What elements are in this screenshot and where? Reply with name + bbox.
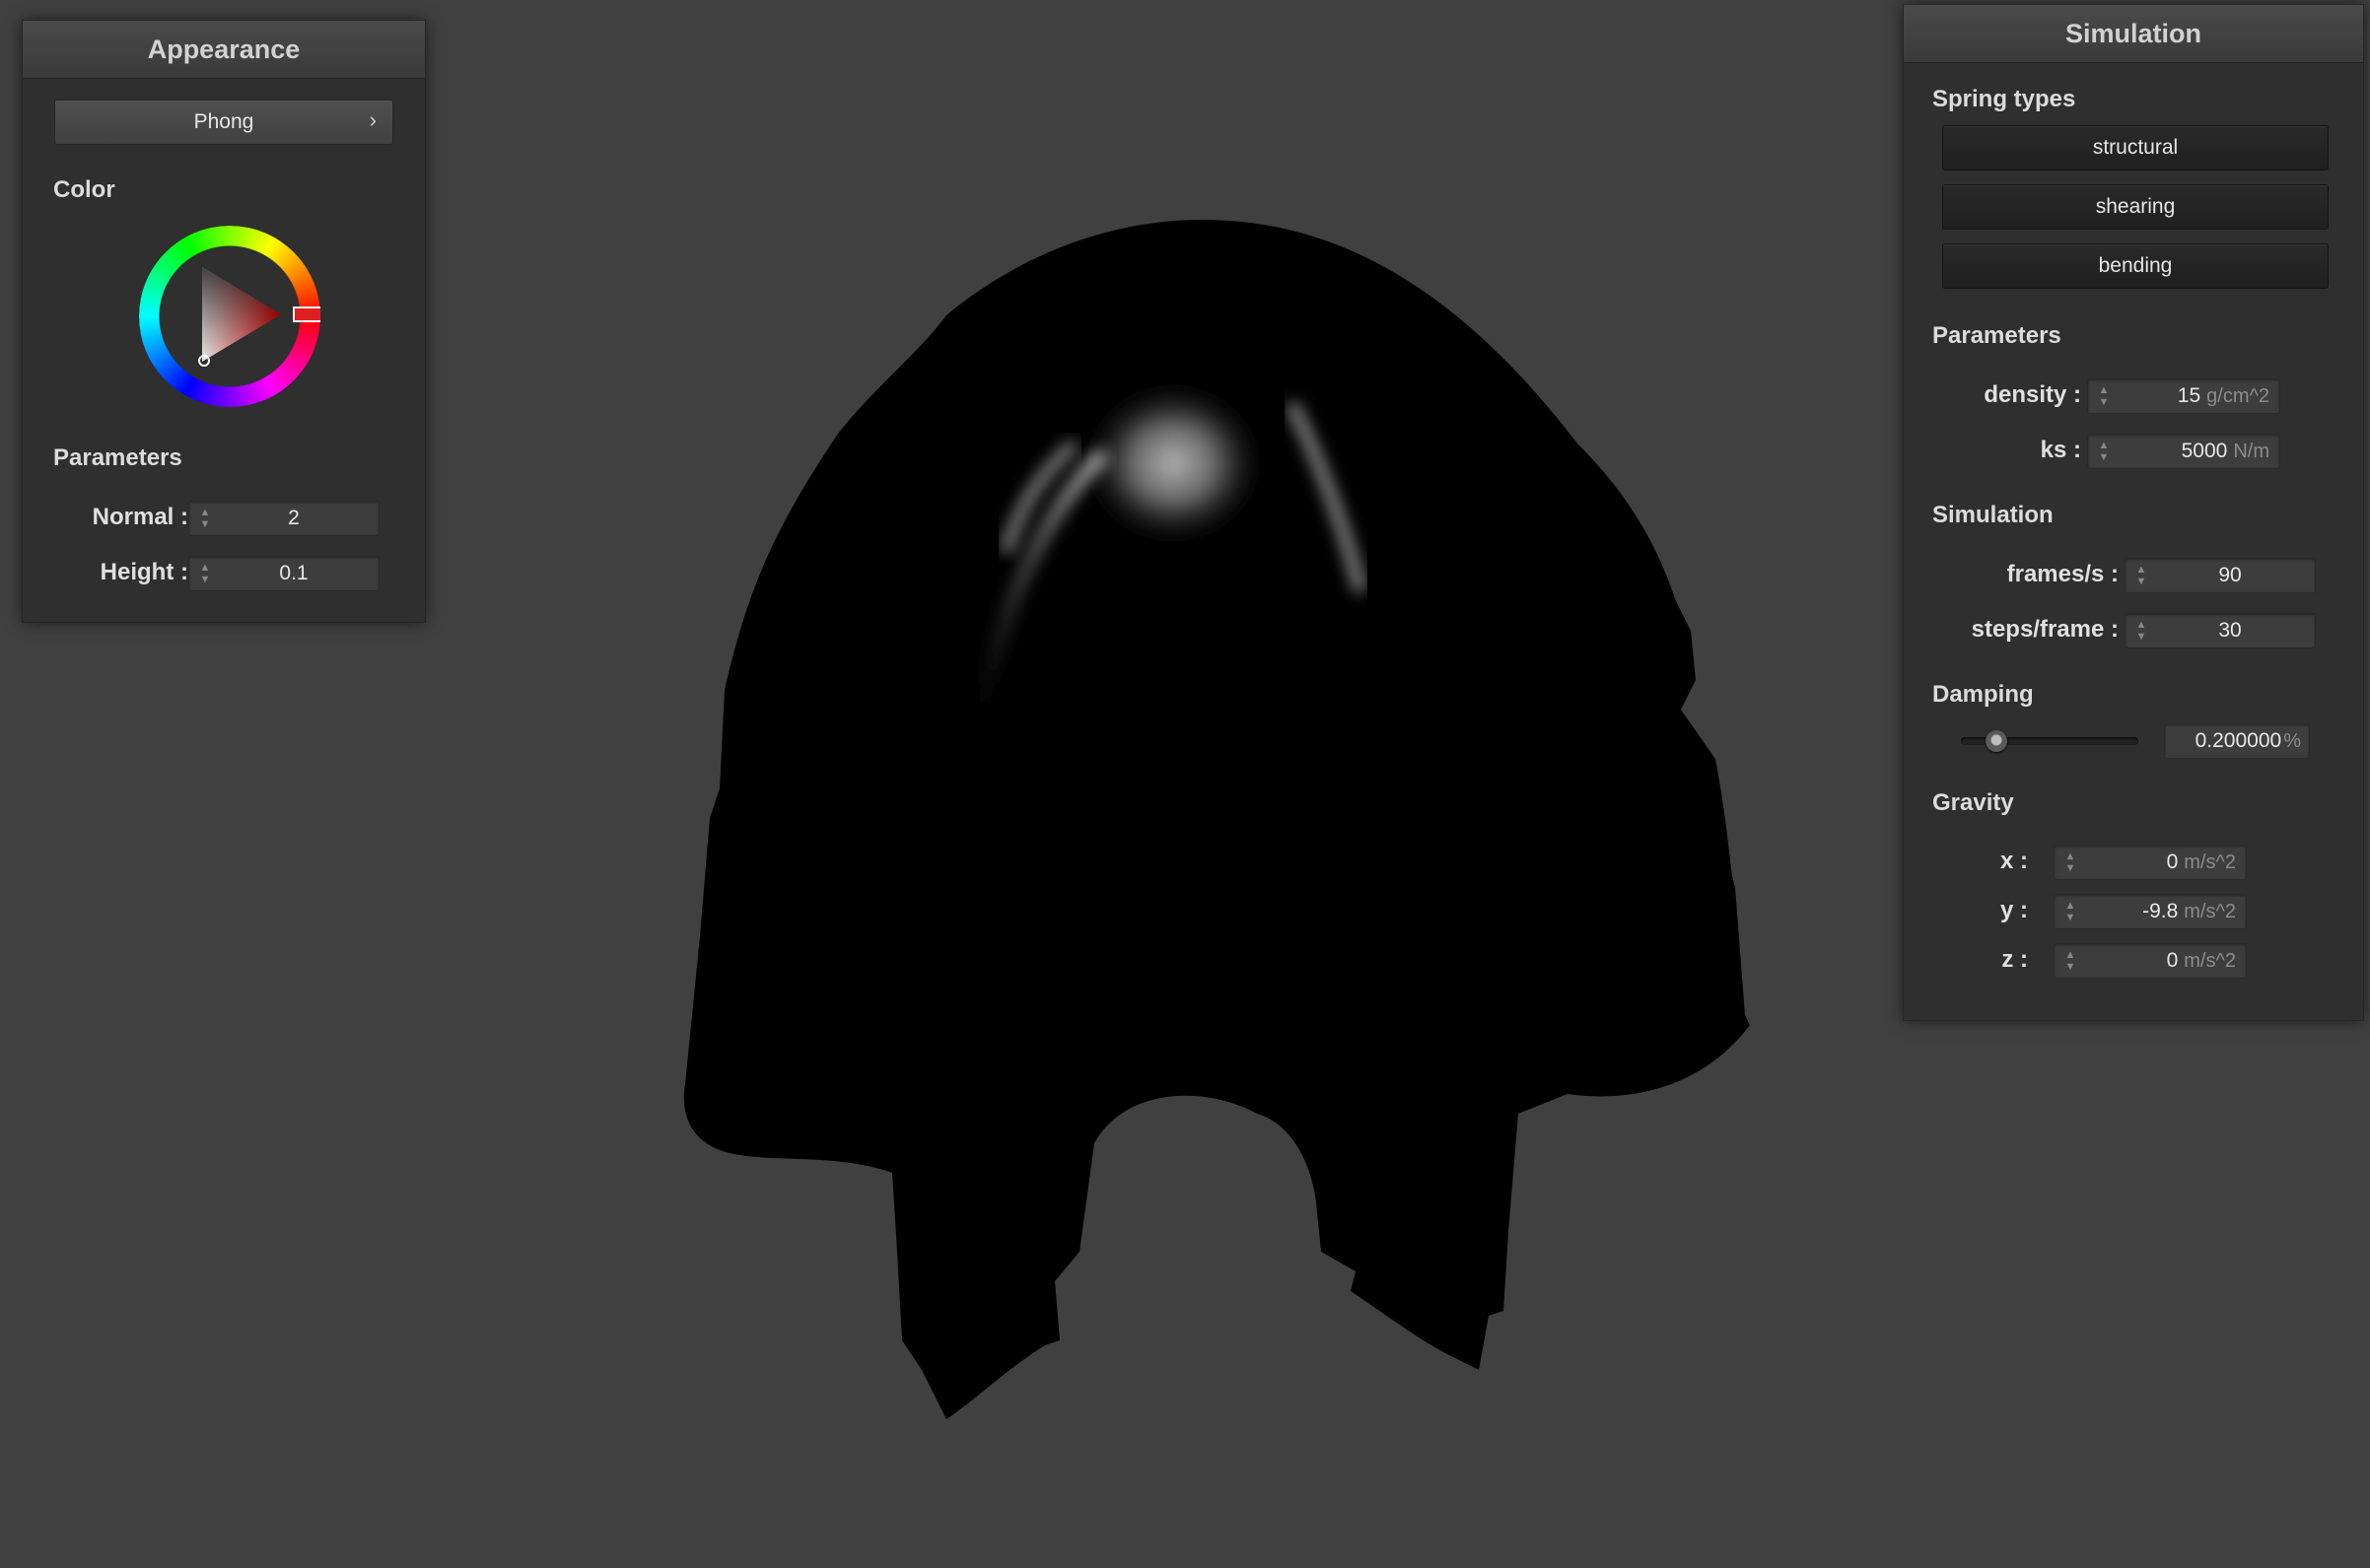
- fps-input[interactable]: ▲ ▼ 90: [2125, 558, 2316, 593]
- color-wheel[interactable]: [139, 226, 320, 407]
- chevron-up-icon[interactable]: ▲: [2065, 900, 2076, 912]
- gravity-z-input[interactable]: ▲ ▼ 0 m/s^2: [2054, 943, 2247, 979]
- chevron-down-icon[interactable]: ▼: [2136, 576, 2147, 587]
- spinner-arrows[interactable]: ▲ ▼: [2094, 379, 2114, 413]
- sim-sim-label: Simulation: [1932, 502, 2054, 528]
- height-label: Height :: [100, 559, 188, 585]
- height-value: 0.1: [279, 562, 309, 584]
- steps-value: 30: [2218, 619, 2242, 642]
- spinner-arrows[interactable]: ▲ ▼: [2060, 895, 2080, 928]
- appearance-panel: Appearance Phong › Color Parameters Norm…: [22, 20, 426, 623]
- chevron-down-icon[interactable]: ▼: [2099, 451, 2110, 463]
- chevron-down-icon[interactable]: ▼: [2065, 912, 2076, 923]
- chevron-down-icon[interactable]: ▼: [200, 574, 211, 585]
- chevron-up-icon[interactable]: ▲: [2136, 564, 2147, 576]
- chevron-down-icon[interactable]: ▼: [2136, 631, 2147, 643]
- gravity-y-input[interactable]: ▲ ▼ -9.8 m/s^2: [2054, 894, 2247, 929]
- fps-value: 90: [2218, 564, 2242, 586]
- density-unit: g/cm^2: [2206, 384, 2269, 407]
- saturation-value-triangle[interactable]: [139, 226, 320, 407]
- spinner-arrows[interactable]: ▲ ▼: [195, 557, 215, 590]
- steps-input[interactable]: ▲ ▼ 30: [2125, 613, 2316, 648]
- simulation-panel: Simulation Spring types structural shear…: [1903, 4, 2364, 1021]
- gravity-x-input[interactable]: ▲ ▼ 0 m/s^2: [2054, 845, 2247, 880]
- fps-label: frames/s :: [2006, 561, 2119, 587]
- sim-params-label: Parameters: [1932, 322, 2061, 349]
- spinner-arrows[interactable]: ▲ ▼: [2060, 846, 2080, 879]
- spinner-arrows[interactable]: ▲ ▼: [195, 502, 215, 535]
- chevron-up-icon[interactable]: ▲: [2065, 949, 2076, 961]
- color-section-label: Color: [53, 176, 115, 203]
- ks-input[interactable]: ▲ ▼ 5000 N/m: [2087, 434, 2280, 469]
- gravity-label: Gravity: [1932, 789, 2014, 816]
- density-value: 15: [2177, 384, 2201, 407]
- shader-dropdown-label: Phong: [193, 110, 254, 133]
- gravity-x-label: x :: [1999, 848, 2028, 874]
- shader-dropdown[interactable]: Phong ›: [54, 100, 393, 145]
- damping-unit: %: [2283, 729, 2301, 752]
- steps-label: steps/frame :: [1971, 616, 2119, 643]
- chevron-up-icon[interactable]: ▲: [2099, 440, 2110, 451]
- chevron-down-icon[interactable]: ▼: [2099, 396, 2110, 408]
- spinner-arrows[interactable]: ▲ ▼: [2094, 435, 2114, 468]
- structural-button-label: structural: [2092, 136, 2179, 159]
- gravity-y-label: y :: [1999, 897, 2028, 923]
- simulation-panel-title[interactable]: Simulation: [1904, 5, 2363, 63]
- chevron-right-icon: ›: [369, 107, 377, 132]
- hue-selector-handle[interactable]: [293, 307, 320, 322]
- gravity-y-unit: m/s^2: [2184, 900, 2236, 922]
- appearance-params-label: Parameters: [53, 444, 182, 471]
- normal-input[interactable]: ▲ ▼ 2: [188, 501, 380, 536]
- gravity-x-unit: m/s^2: [2184, 851, 2236, 873]
- spinner-arrows[interactable]: ▲ ▼: [2060, 944, 2080, 978]
- chevron-up-icon[interactable]: ▲: [200, 507, 211, 518]
- spinner-arrows[interactable]: ▲ ▼: [2131, 559, 2151, 592]
- damping-slider-handle[interactable]: [1986, 730, 2007, 752]
- bending-button[interactable]: bending: [1942, 243, 2329, 289]
- chevron-up-icon[interactable]: ▲: [2099, 384, 2110, 396]
- chevron-up-icon[interactable]: ▲: [200, 562, 211, 574]
- height-input[interactable]: ▲ ▼ 0.1: [188, 556, 380, 591]
- damping-value: 0.200000: [2195, 729, 2282, 752]
- gravity-y-value: -9.8: [2142, 900, 2179, 922]
- structural-button[interactable]: structural: [1942, 125, 2329, 170]
- shearing-button-label: shearing: [2095, 195, 2176, 218]
- spring-types-label: Spring types: [1932, 86, 2076, 112]
- appearance-panel-title[interactable]: Appearance: [23, 21, 425, 79]
- gravity-z-value: 0: [2166, 949, 2179, 972]
- chevron-down-icon[interactable]: ▼: [2065, 961, 2076, 973]
- bending-button-label: bending: [2098, 254, 2173, 277]
- chevron-up-icon[interactable]: ▲: [2065, 851, 2076, 862]
- damping-input[interactable]: 0.200000 %: [2164, 723, 2310, 759]
- specular-highlight: [1080, 379, 1267, 547]
- damping-label: Damping: [1932, 681, 2034, 708]
- chevron-down-icon[interactable]: ▼: [200, 518, 211, 530]
- shearing-button[interactable]: shearing: [1942, 184, 2329, 230]
- gravity-z-unit: m/s^2: [2184, 949, 2236, 972]
- ks-value: 5000: [2181, 440, 2228, 462]
- chevron-down-icon[interactable]: ▼: [2065, 862, 2076, 874]
- chevron-up-icon[interactable]: ▲: [2136, 619, 2147, 631]
- density-input[interactable]: ▲ ▼ 15 g/cm^2: [2087, 378, 2280, 414]
- normal-value: 2: [288, 507, 300, 529]
- ks-label: ks :: [2040, 437, 2081, 463]
- gravity-z-label: z :: [2001, 946, 2028, 973]
- spinner-arrows[interactable]: ▲ ▼: [2131, 614, 2151, 648]
- damping-slider[interactable]: [1961, 730, 2138, 752]
- gravity-x-value: 0: [2166, 851, 2179, 873]
- normal-label: Normal :: [92, 504, 188, 530]
- density-label: density :: [1984, 381, 2081, 408]
- ks-unit: N/m: [2233, 440, 2269, 462]
